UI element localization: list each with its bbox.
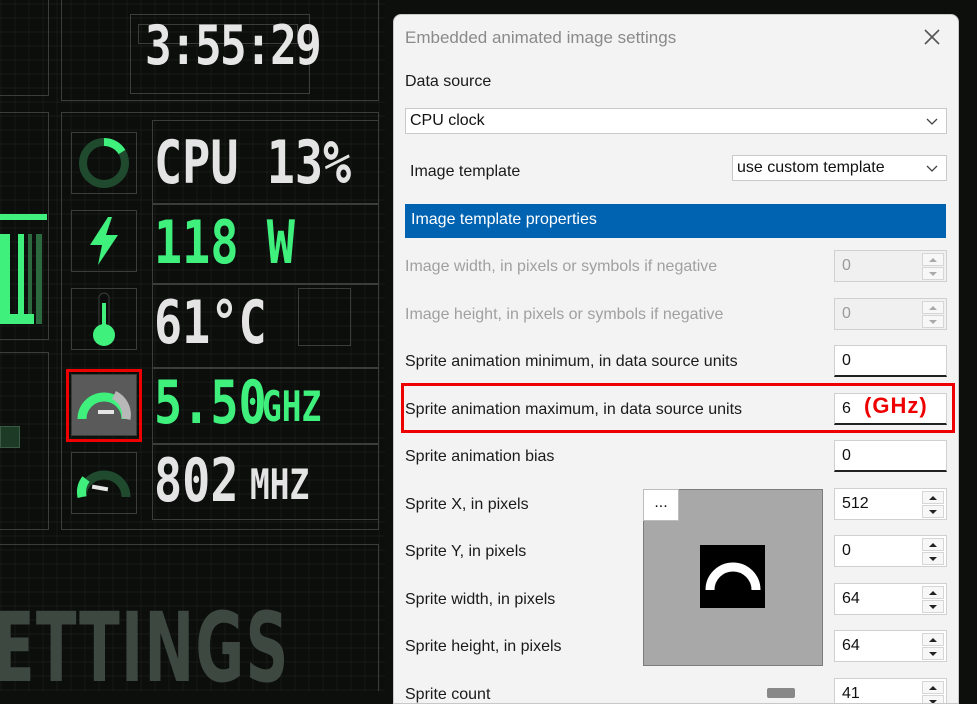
- template-select[interactable]: use custom template: [732, 155, 947, 181]
- settings-background-word: ETTINGS: [0, 592, 290, 691]
- sprite-height-label: Sprite height, in pixels: [405, 638, 562, 655]
- spin-up-icon: [922, 253, 944, 266]
- spin-down-icon[interactable]: [922, 600, 944, 613]
- selected-gauge-highlight: [66, 369, 142, 442]
- green-bar: [0, 214, 47, 220]
- sprite-min-input[interactable]: 0: [834, 345, 947, 377]
- spin-down-icon: [922, 267, 944, 280]
- cpu-load-ring-icon: [71, 132, 137, 194]
- clock-time: 3:55:29: [145, 14, 322, 77]
- temperature-value: 61°C: [154, 288, 267, 358]
- spin-down-icon[interactable]: [922, 695, 944, 703]
- spin-up-icon[interactable]: [922, 681, 944, 694]
- cpu-clock-value: 5.50: [154, 368, 267, 438]
- image-width-value: 0: [842, 257, 851, 274]
- sprite-count-label: Sprite count: [405, 686, 491, 703]
- sprite-bias-value: 0: [842, 447, 851, 464]
- sprite-count-spinner[interactable]: 41: [834, 678, 947, 703]
- sprite-bias-label: Sprite animation bias: [405, 448, 555, 465]
- level-bar: [36, 234, 42, 324]
- image-width-spinner: 0: [834, 250, 947, 282]
- template-value: use custom template: [737, 159, 885, 176]
- sprite-y-value: 0: [842, 542, 851, 559]
- spin-down-icon[interactable]: [922, 552, 944, 565]
- sensor-panel-background: 3:55:29 CPU 13% 118 W 61°C 5.50 GHZ 802 …: [0, 0, 385, 691]
- sprite-width-spinner[interactable]: 64: [834, 583, 947, 615]
- dialog-title: Embedded animated image settings: [405, 28, 677, 47]
- chevron-down-icon: [926, 118, 938, 125]
- cpu-clock-unit: GHZ: [262, 382, 322, 431]
- close-icon[interactable]: [920, 25, 944, 49]
- level-bar: [0, 314, 34, 324]
- memory-clock-gauge-icon: [71, 452, 137, 514]
- sprite-y-label: Sprite Y, in pixels: [405, 543, 527, 560]
- sprite-height-value: 64: [842, 637, 860, 654]
- memory-clock-unit: MHZ: [250, 460, 310, 509]
- memory-clock-value: 802: [154, 446, 239, 516]
- image-height-label: Image height, in pixels or symbols if ne…: [405, 306, 724, 323]
- sprite-min-label: Sprite animation minimum, in data source…: [405, 353, 738, 370]
- spin-down-icon: [922, 315, 944, 328]
- spin-up-icon: [922, 301, 944, 314]
- chevron-down-icon: [926, 165, 938, 172]
- sprite-y-spinner[interactable]: 0: [834, 535, 947, 567]
- spin-up-icon[interactable]: [922, 586, 944, 599]
- sprite-x-spinner[interactable]: 512: [834, 488, 947, 520]
- image-width-label: Image width, in pixels or symbols if neg…: [405, 258, 718, 275]
- slider-handle[interactable]: [767, 688, 795, 698]
- sprite-min-value: 0: [842, 352, 851, 369]
- data-source-label: Data source: [405, 73, 492, 90]
- embedded-image-settings-dialog: Embedded animated image settings Data so…: [393, 14, 959, 704]
- data-source-select[interactable]: CPU clock: [405, 108, 947, 134]
- spin-up-icon[interactable]: [922, 491, 944, 504]
- sprite-x-value: 512: [842, 495, 869, 512]
- sprite-count-value: 41: [842, 685, 860, 702]
- level-bar: [18, 234, 24, 324]
- sprite-height-spinner[interactable]: 64: [834, 630, 947, 662]
- power-value: 118 W: [154, 208, 295, 278]
- spin-down-icon[interactable]: [922, 647, 944, 660]
- thermometer-icon: [71, 288, 137, 350]
- template-label: Image template: [410, 163, 521, 180]
- spin-up-icon[interactable]: [922, 633, 944, 646]
- spin-up-icon[interactable]: [922, 538, 944, 551]
- image-height-value: 0: [842, 305, 851, 322]
- browse-button[interactable]: ...: [643, 489, 679, 521]
- data-source-value: CPU clock: [410, 112, 485, 129]
- power-bolt-icon: [71, 210, 137, 272]
- sprite-image: [700, 545, 765, 608]
- spin-down-icon[interactable]: [922, 505, 944, 518]
- unit-annotation: (GHz): [864, 393, 928, 418]
- sprite-width-label: Sprite width, in pixels: [405, 591, 556, 608]
- sprite-width-value: 64: [842, 590, 860, 607]
- level-bar: [28, 234, 32, 324]
- section-header: Image template properties: [405, 204, 946, 238]
- temp-box: [298, 288, 351, 346]
- sprite-x-label: Sprite X, in pixels: [405, 496, 529, 513]
- level-bar: [0, 234, 10, 324]
- sprite-bias-input[interactable]: 0: [834, 440, 947, 472]
- image-height-spinner: 0: [834, 298, 947, 330]
- small-indicator: [0, 426, 20, 448]
- panel-frame: [0, 0, 49, 96]
- cpu-load-value: CPU 13%: [154, 128, 352, 198]
